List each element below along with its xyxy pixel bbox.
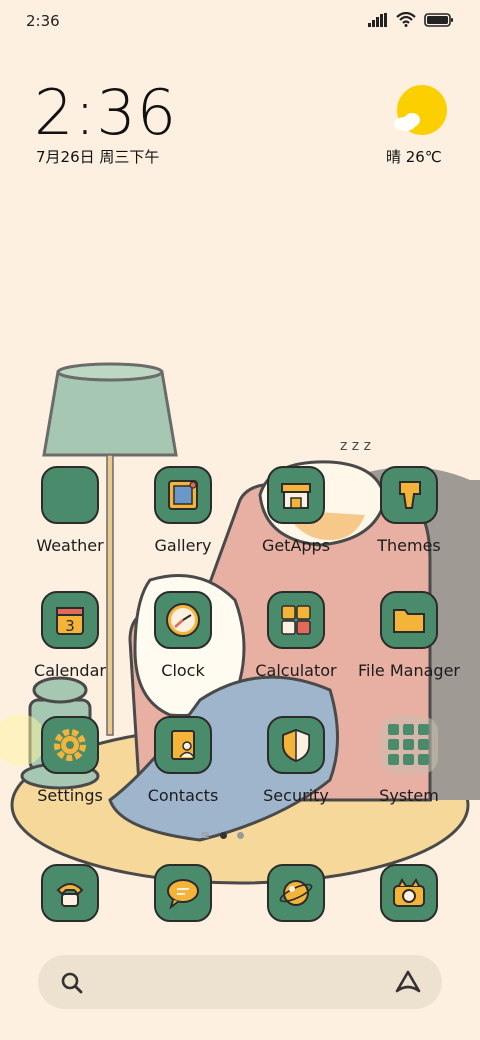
page-dot <box>237 831 245 839</box>
dock-browser[interactable] <box>241 864 351 922</box>
dock-camera[interactable] <box>354 864 464 922</box>
shield-icon <box>267 716 325 774</box>
menu-lines-icon: ≡ <box>200 828 211 842</box>
status-time: 2:36 <box>26 12 60 30</box>
app-system[interactable]: System <box>354 716 464 805</box>
status-bar: 2:36 <box>0 0 480 40</box>
camera-icon <box>380 864 438 922</box>
folder-icon <box>380 591 438 649</box>
assistant-icon[interactable] <box>394 969 422 995</box>
message-icon <box>154 864 212 922</box>
dock-messages[interactable] <box>128 864 238 922</box>
calendar-day: 3 <box>65 617 75 635</box>
gallery-icon <box>154 466 212 524</box>
weather-widget[interactable] <box>385 84 455 142</box>
app-getapps[interactable]: GetApps <box>241 466 351 555</box>
wifi-icon <box>396 12 416 27</box>
calendar-icon: 3 <box>41 591 99 649</box>
app-calculator[interactable]: Calculator <box>241 591 351 680</box>
clock-widget-time[interactable]: 2:36 <box>34 76 177 149</box>
phone-icon <box>41 864 99 922</box>
weather-text: 晴 26℃ <box>386 148 442 166</box>
search-bar[interactable] <box>38 955 442 1009</box>
contacts-icon <box>154 716 212 774</box>
signal-icon <box>368 12 387 27</box>
store-icon <box>267 466 325 524</box>
app-contacts[interactable]: Contacts <box>128 716 238 805</box>
sun-cloud-icon <box>394 85 447 135</box>
app-clock[interactable]: Clock <box>128 591 238 680</box>
page-indicator[interactable]: ≡ <box>200 828 245 842</box>
svg-text:z z z: z z z <box>340 438 371 454</box>
browser-icon <box>267 864 325 922</box>
search-icon[interactable] <box>60 971 84 995</box>
app-weather[interactable]: Weather <box>15 466 125 555</box>
brush-icon <box>380 466 438 524</box>
app-security[interactable]: Security <box>241 716 351 805</box>
app-themes[interactable]: Themes <box>354 466 464 555</box>
app-file-manager[interactable]: File Manager <box>354 591 464 680</box>
gear-icon <box>41 716 99 774</box>
folder-grid-icon <box>380 716 438 774</box>
app-gallery[interactable]: Gallery <box>128 466 238 555</box>
dock-phone[interactable] <box>15 864 125 922</box>
app-settings[interactable]: Settings <box>15 716 125 805</box>
clock-widget-date: 7月26日 周三下午 <box>36 148 160 166</box>
battery-icon <box>424 12 453 27</box>
app-calendar[interactable]: 3 Calendar <box>15 591 125 680</box>
weather-icon <box>41 466 99 524</box>
page-dot-active <box>220 831 228 839</box>
calculator-icon <box>267 591 325 649</box>
clock-icon <box>154 591 212 649</box>
